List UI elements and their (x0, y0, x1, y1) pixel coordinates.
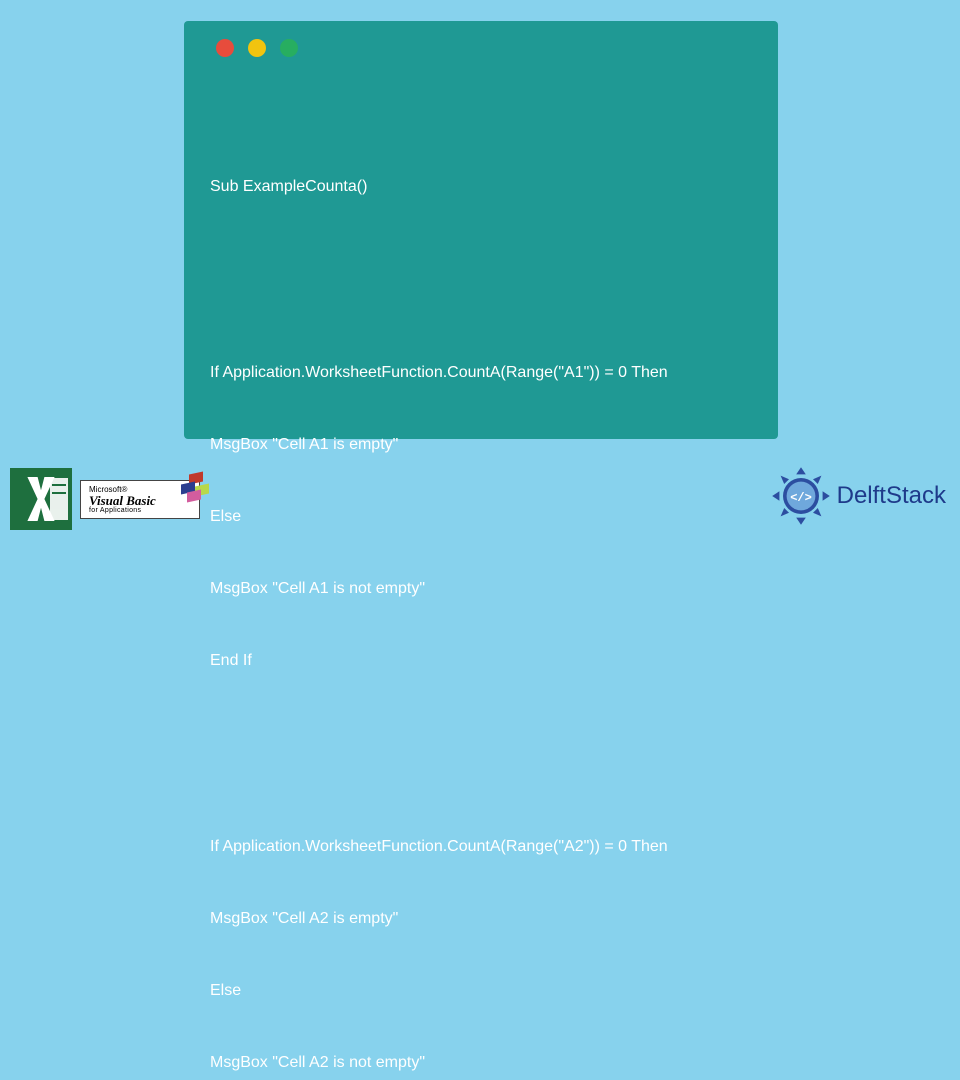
code-line: Else (210, 979, 752, 1003)
visual-basic-logo: Microsoft® Visual Basic for Applications (80, 480, 200, 519)
code-line: End If (210, 649, 752, 673)
code-window: Sub ExampleCounta() If Application.Works… (184, 21, 778, 439)
delftstack-gear-icon: </> (771, 466, 831, 526)
code-line: MsgBox "Cell A2 is not empty" (210, 1051, 752, 1075)
close-dot-icon (216, 39, 234, 57)
code-line: MsgBox "Cell A1 is not empty" (210, 577, 752, 601)
left-logos: Microsoft® Visual Basic for Applications (10, 468, 200, 530)
window-dots (216, 39, 752, 57)
code-line: MsgBox "Cell A2 is empty" (210, 907, 752, 931)
code-line: MsgBox "Cell A1 is empty" (210, 433, 752, 457)
delftstack-logo: </> DelftStack (771, 466, 946, 526)
excel-logo-icon (10, 468, 72, 530)
code-line: If Application.WorksheetFunction.CountA(… (210, 835, 752, 859)
svg-text:</>: </> (790, 491, 812, 505)
code-block: Sub ExampleCounta() If Application.Works… (210, 79, 752, 1080)
maximize-dot-icon (280, 39, 298, 57)
minimize-dot-icon (248, 39, 266, 57)
vb-title: Visual Basic (89, 494, 191, 507)
code-line: Else (210, 505, 752, 529)
code-line: Sub ExampleCounta() (210, 175, 752, 199)
delftstack-label: DelftStack (837, 482, 946, 510)
code-line: If Application.WorksheetFunction.CountA(… (210, 361, 752, 385)
vb-subtitle: for Applications (89, 507, 191, 514)
vb-cubes-icon (181, 473, 213, 501)
